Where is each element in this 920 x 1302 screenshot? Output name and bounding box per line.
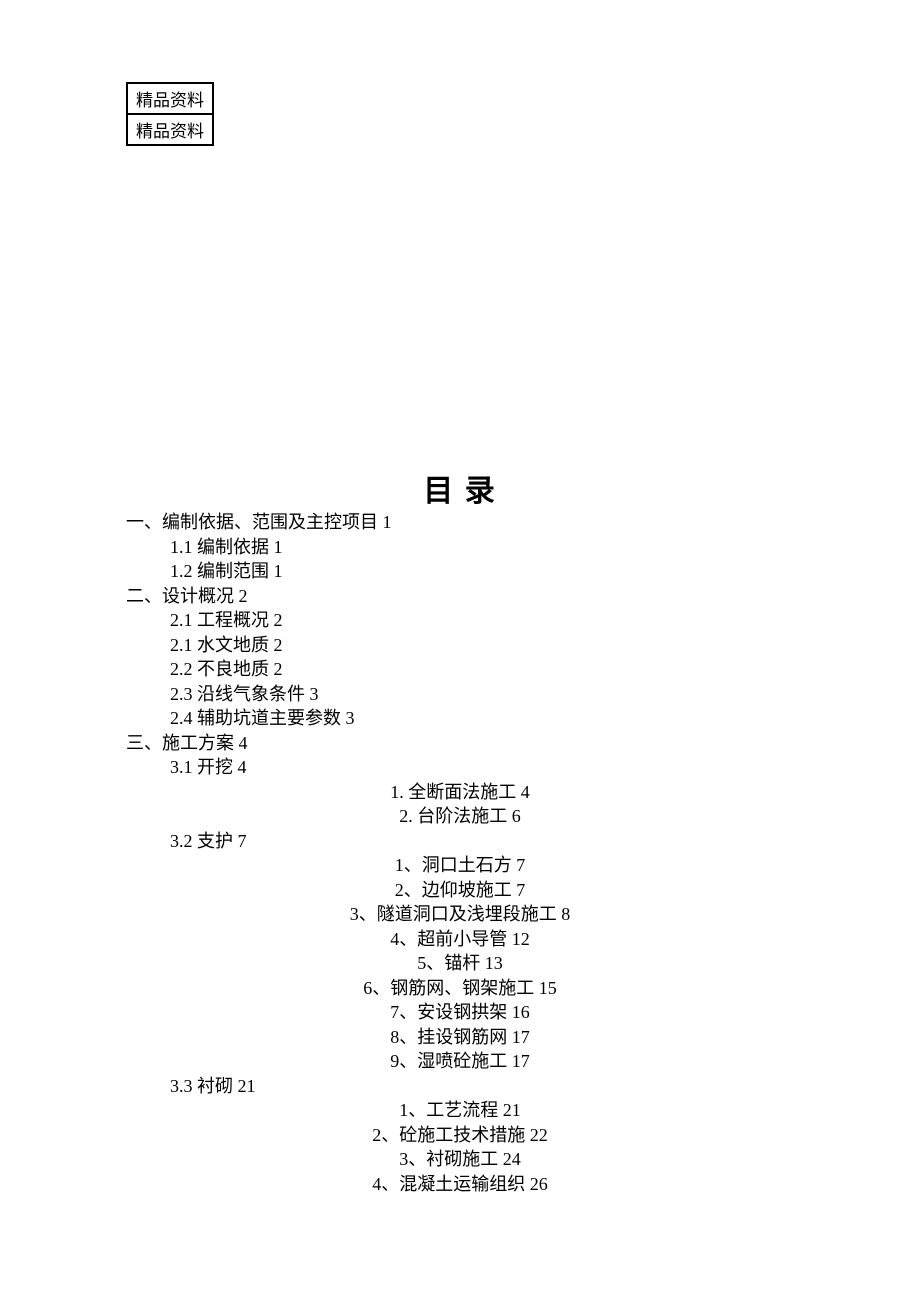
toc-entry: 9、湿喷砼施工 17 <box>0 1049 920 1074</box>
toc-entry: 6、钢筋网、钢架施工 15 <box>0 976 920 1001</box>
toc-entry: 2.3 沿线气象条件 3 <box>0 682 920 707</box>
toc-entry: 1.1 编制依据 1 <box>0 535 920 560</box>
toc-entry: 2、边仰坡施工 7 <box>0 878 920 903</box>
stamp-box: 精品资料 精品资料 <box>126 82 214 146</box>
toc-entry: 2、砼施工技术措施 22 <box>0 1123 920 1148</box>
toc-entry: 2.4 辅助坑道主要参数 3 <box>0 706 920 731</box>
toc-entry: 1.2 编制范围 1 <box>0 559 920 584</box>
stamp-row-2: 精品资料 <box>128 115 212 144</box>
toc-entry: 3.3 衬砌 21 <box>0 1074 920 1099</box>
toc-entry: 2.1 工程概况 2 <box>0 608 920 633</box>
toc-entry: 7、安设钢拱架 16 <box>0 1000 920 1025</box>
toc-entry: 三、施工方案 4 <box>0 731 920 756</box>
toc-entry: 3.1 开挖 4 <box>0 755 920 780</box>
table-of-contents: 一、编制依据、范围及主控项目 11.1 编制依据 11.2 编制范围 1二、设计… <box>0 510 920 1196</box>
toc-entry: 2.2 不良地质 2 <box>0 657 920 682</box>
page-title: 目 录 <box>0 466 920 510</box>
toc-entry: 1、工艺流程 21 <box>0 1098 920 1123</box>
toc-entry: 3.2 支护 7 <box>0 829 920 854</box>
toc-entry: 二、设计概况 2 <box>0 584 920 609</box>
toc-entry: 一、编制依据、范围及主控项目 1 <box>0 510 920 535</box>
toc-entry: 5、锚杆 13 <box>0 951 920 976</box>
toc-entry: 8、挂设钢筋网 17 <box>0 1025 920 1050</box>
toc-entry: 4、混凝土运输组织 26 <box>0 1172 920 1197</box>
toc-entry: 3、隧道洞口及浅埋段施工 8 <box>0 902 920 927</box>
toc-entry: 2.1 水文地质 2 <box>0 633 920 658</box>
stamp-row-1: 精品资料 <box>128 84 212 115</box>
toc-entry: 4、超前小导管 12 <box>0 927 920 952</box>
toc-entry: 1. 全断面法施工 4 <box>0 780 920 805</box>
toc-entry: 1、洞口土石方 7 <box>0 853 920 878</box>
toc-entry: 2. 台阶法施工 6 <box>0 804 920 829</box>
toc-entry: 3、衬砌施工 24 <box>0 1147 920 1172</box>
